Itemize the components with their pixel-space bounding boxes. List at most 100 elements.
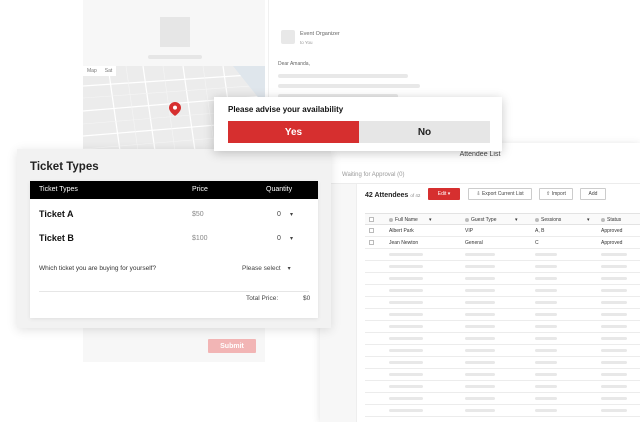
placeholder-cell — [535, 385, 557, 388]
quantity-select[interactable]: 0 — [277, 235, 281, 242]
placeholder-row — [365, 405, 640, 417]
placeholder-cell — [601, 385, 627, 388]
select-all-checkbox[interactable] — [369, 217, 374, 222]
map-type-toggle[interactable]: Map Sat — [83, 66, 117, 76]
placeholder-cell — [465, 361, 495, 364]
placeholder-row — [365, 345, 640, 357]
attendee-count-label: 42 Attendees — [365, 192, 409, 199]
chevron-down-icon[interactable]: ▾ — [290, 235, 293, 242]
placeholder-cell — [465, 265, 495, 268]
cell-guest-type: General — [465, 240, 483, 246]
placeholder-line — [148, 55, 202, 59]
row-checkbox[interactable] — [369, 240, 374, 245]
ticket-table-header: Ticket Types Price Quantity — [30, 181, 318, 199]
cell-status: Approved — [601, 240, 623, 246]
placeholder-cell — [389, 361, 423, 364]
header-quantity: Quantity — [266, 186, 293, 193]
filter-icon[interactable]: ▾ — [515, 217, 518, 223]
ticket-name: Ticket B — [39, 233, 74, 243]
self-ticket-select[interactable]: Please select ▾ — [242, 265, 291, 272]
placeholder-cell — [535, 397, 557, 400]
quantity-select[interactable]: 0 — [277, 211, 281, 218]
placeholder-cell — [389, 373, 423, 376]
placeholder-cell — [465, 397, 495, 400]
submit-button[interactable]: Submit — [208, 339, 256, 353]
sort-icon — [389, 217, 393, 222]
placeholder-row — [365, 333, 640, 345]
email-from: Event Organizer — [300, 31, 340, 37]
placeholder-cell — [389, 325, 423, 328]
cell-guest-type: VIP — [465, 228, 474, 234]
map-tab[interactable]: Map — [83, 66, 101, 76]
column-header-guest-type[interactable]: Guest Type — [465, 217, 496, 223]
ticket-price: $50 — [192, 211, 204, 218]
ticket-types-card: Ticket Types Price Quantity Ticket A $50… — [30, 181, 318, 318]
sort-icon — [465, 217, 469, 222]
attendee-count: 42 Attendees of 42 — [365, 192, 420, 199]
import-button[interactable]: ⇧ Import — [539, 188, 573, 200]
ticket-types-panel: Ticket Types Ticket Types Price Quantity… — [17, 149, 331, 328]
cell-name: Jean Newton — [389, 240, 419, 246]
placeholder-cell — [601, 397, 627, 400]
cell-name: Albert Park — [389, 228, 414, 234]
placeholder-cell — [389, 337, 423, 340]
placeholder-cell — [535, 361, 557, 364]
placeholder-cell — [601, 361, 627, 364]
placeholder-cell — [465, 301, 495, 304]
column-header-sessions[interactable]: Sessions — [535, 217, 561, 223]
edit-button[interactable]: Edit ▾ — [428, 188, 460, 200]
placeholder-row — [365, 321, 640, 333]
placeholder-cell — [535, 337, 557, 340]
row-checkbox[interactable] — [369, 228, 374, 233]
placeholder-cell — [389, 301, 423, 304]
export-icon: ⇩ — [476, 191, 481, 197]
table-row[interactable]: Jean Newton General C Approved — [365, 237, 640, 249]
placeholder-row — [365, 309, 640, 321]
filter-icon[interactable]: ▾ — [429, 217, 432, 223]
placeholder-cell — [535, 265, 557, 268]
placeholder-cell — [535, 325, 557, 328]
export-list-button[interactable]: ⇩ Export Current List — [468, 188, 532, 200]
divider — [39, 291, 309, 292]
placeholder-cell — [389, 289, 423, 292]
ticket-name: Ticket A — [39, 209, 74, 219]
placeholder-cell — [601, 325, 627, 328]
chevron-down-icon[interactable]: ▾ — [290, 211, 293, 218]
select-placeholder: Please select — [242, 265, 281, 272]
placeholder-row — [365, 273, 640, 285]
yes-button[interactable]: Yes — [228, 121, 359, 143]
chevron-down-icon: ▾ — [287, 266, 291, 272]
placeholder-cell — [601, 277, 627, 280]
placeholder-cell — [389, 265, 423, 268]
tab-waiting-approval[interactable]: Waiting for Approval (0) — [342, 172, 404, 178]
column-header-name[interactable]: Full Name — [389, 217, 418, 223]
column-header-status[interactable]: Status — [601, 217, 621, 223]
cell-status: Approved — [601, 228, 623, 234]
placeholder-row — [365, 285, 640, 297]
sort-icon — [535, 217, 539, 222]
placeholder-row — [365, 357, 640, 369]
placeholder-row — [365, 393, 640, 405]
total-price-label: Total Price: — [246, 295, 279, 302]
export-label: Export Current List — [481, 191, 524, 197]
cell-sessions: A, B — [535, 228, 545, 234]
ticket-price: $100 — [192, 235, 208, 242]
chevron-down-icon: ▾ — [447, 191, 451, 197]
total-price-value: $0 — [303, 295, 311, 302]
placeholder-cell — [535, 301, 557, 304]
availability-question: Please advise your availability — [228, 105, 344, 114]
email-greeting: Dear Amanda, — [278, 61, 310, 67]
map-pin-icon[interactable] — [169, 102, 181, 116]
placeholder-cell — [465, 325, 495, 328]
satellite-tab[interactable]: Sat — [100, 66, 117, 76]
attendee-count-sub: of 42 — [410, 193, 421, 198]
filter-icon[interactable]: ▾ — [587, 217, 590, 223]
table-row[interactable]: Albert Park VIP A, B Approved — [365, 225, 640, 237]
no-button[interactable]: No — [359, 121, 490, 143]
placeholder-cell — [601, 373, 627, 376]
self-ticket-question: Which ticket you are buying for yourself… — [39, 265, 157, 272]
header-ticket-types: Ticket Types — [39, 186, 78, 193]
placeholder-row — [365, 297, 640, 309]
add-button[interactable]: Add — [580, 188, 606, 200]
divider — [320, 183, 640, 184]
